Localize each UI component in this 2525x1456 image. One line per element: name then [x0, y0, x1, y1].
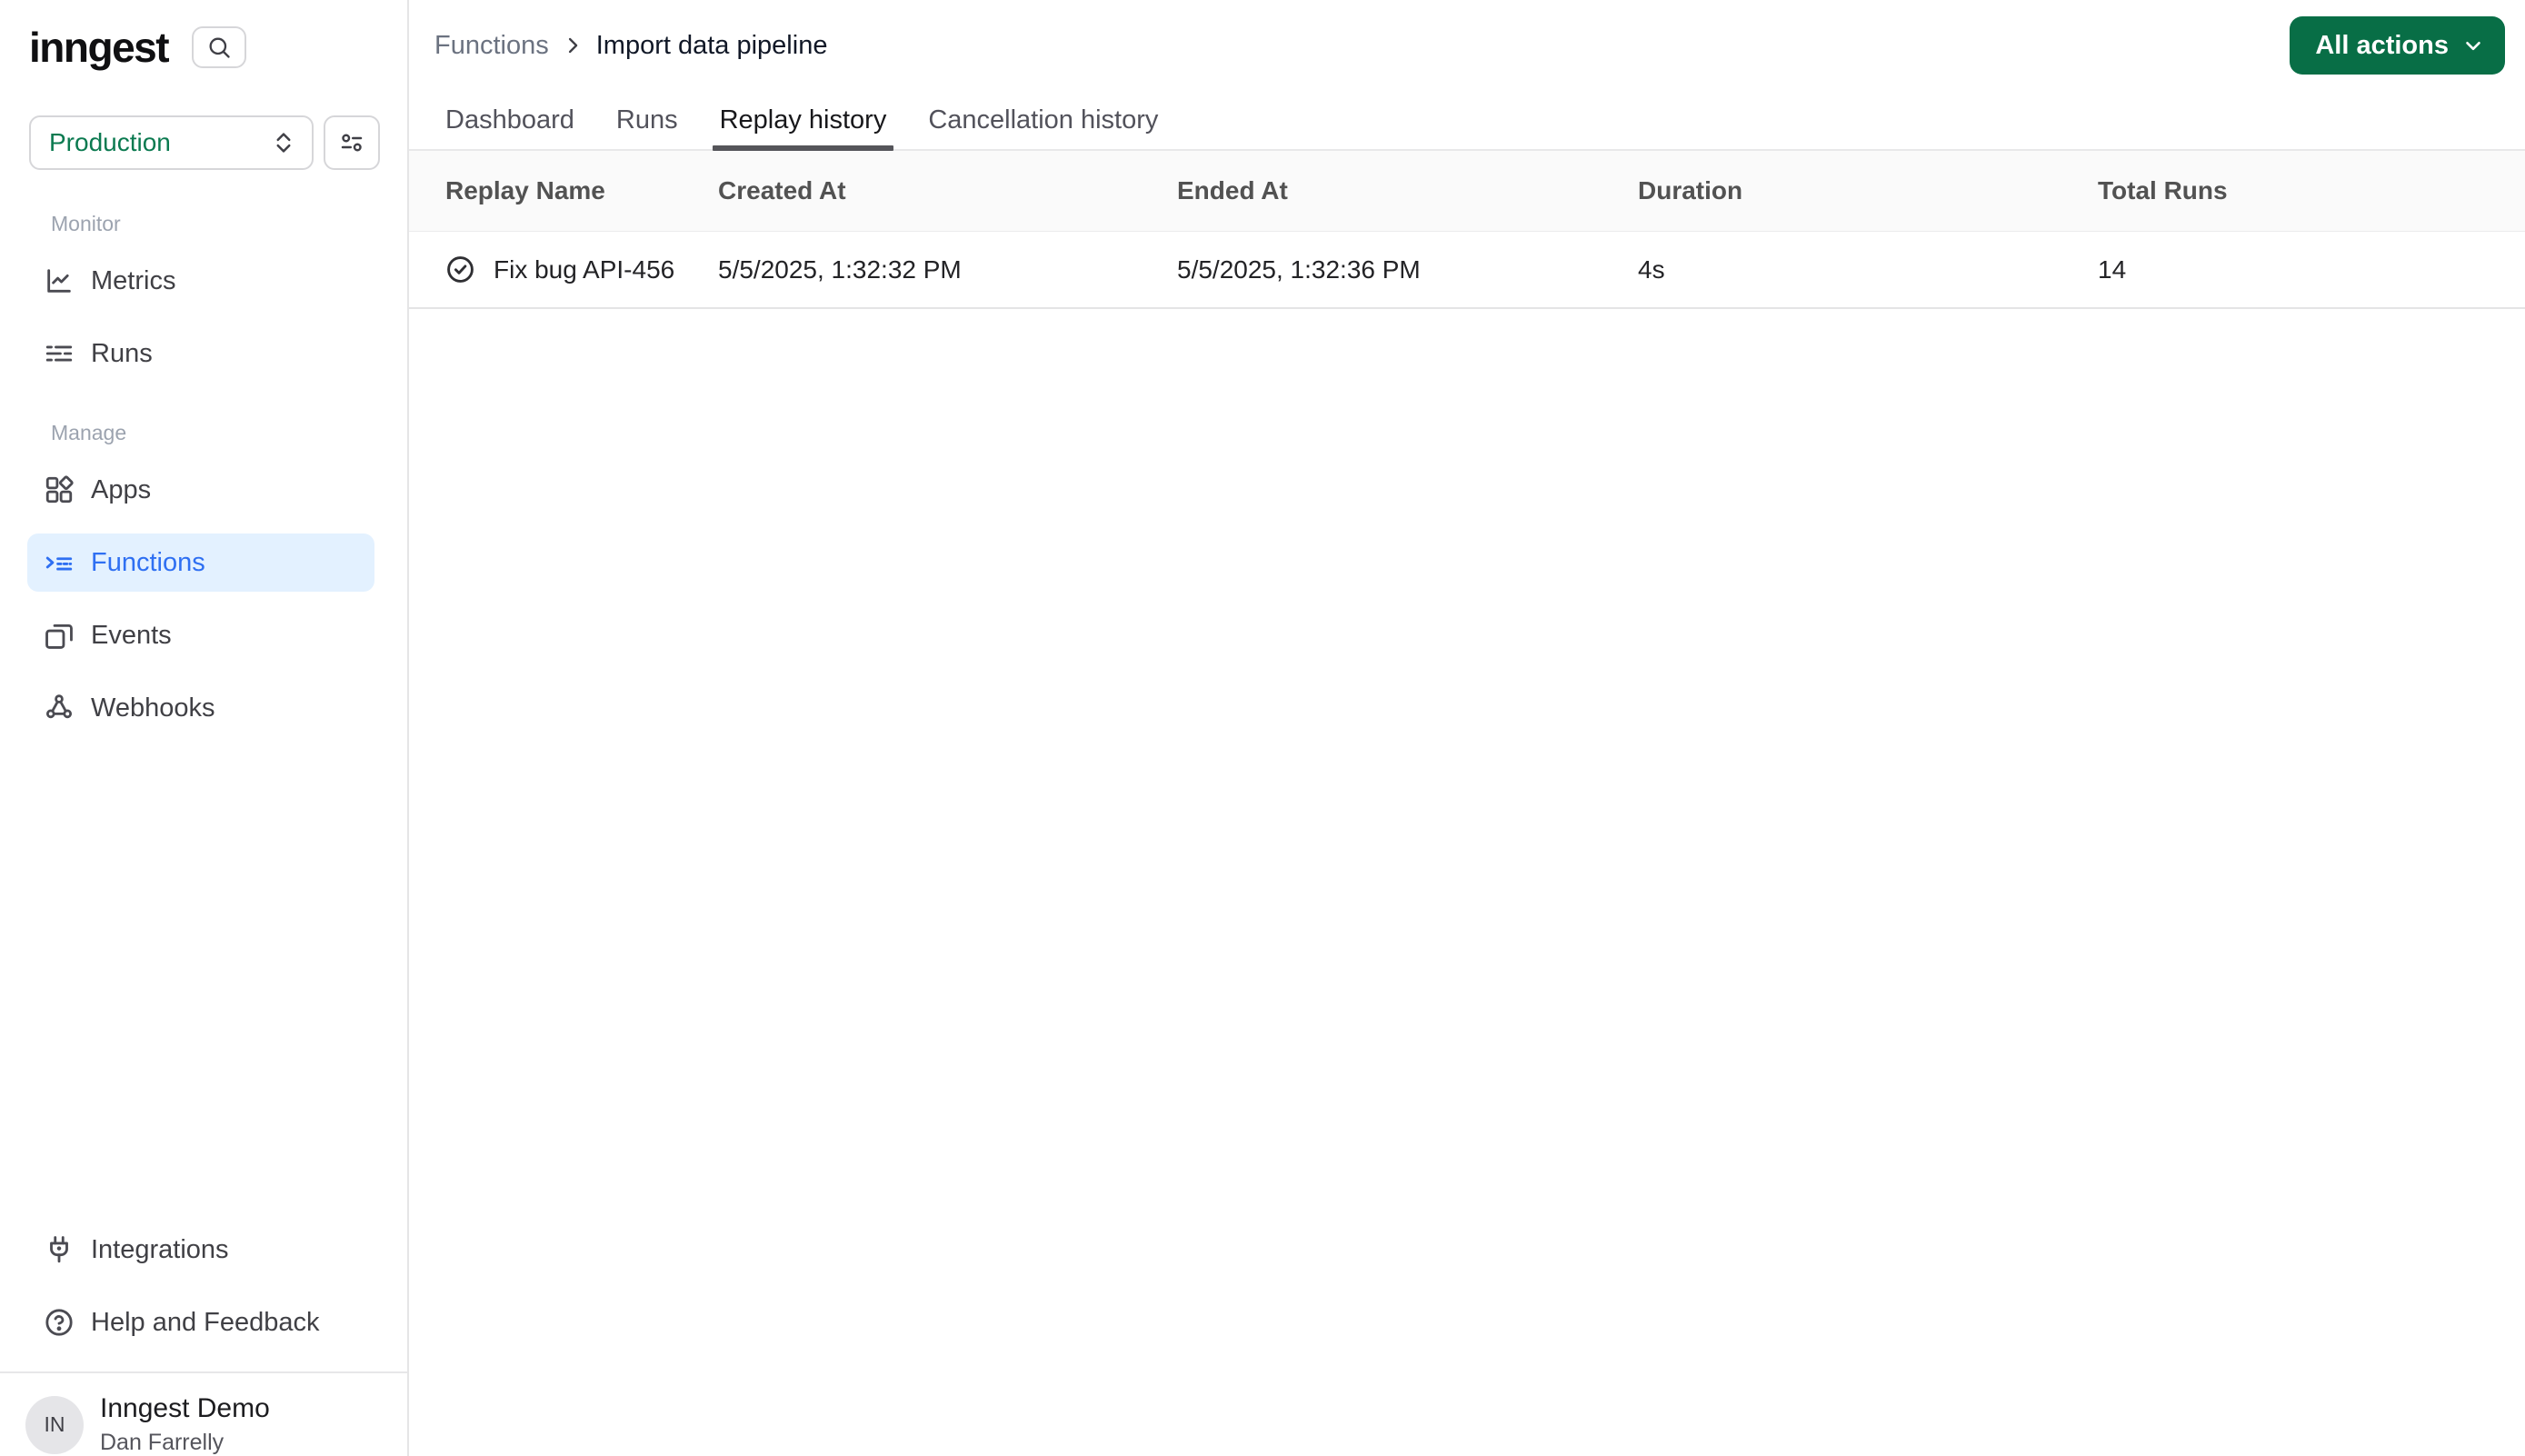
table-row[interactable]: Fix bug API-456 5/5/2025, 1:32:32 PM 5/5… — [409, 232, 2525, 309]
section-label-monitor: Monitor — [51, 212, 121, 235]
tab-bar: Dashboard Runs Replay history Cancellati… — [409, 91, 2525, 151]
table-header: Replay Name Created At Ended At Duration… — [409, 151, 2525, 232]
environment-selected-value: Production — [49, 128, 171, 156]
sidebar-item-label: Events — [91, 620, 172, 650]
tab-replay-history[interactable]: Replay history — [712, 91, 894, 151]
sliders-icon — [338, 129, 365, 156]
sidebar-item-label: Webhooks — [91, 693, 215, 723]
plug-icon — [44, 1234, 75, 1265]
list-icon — [44, 338, 75, 369]
webhooks-icon — [44, 693, 75, 723]
chevron-up-down-icon — [270, 129, 297, 156]
replay-name-cell: Fix bug API-456 — [445, 254, 718, 284]
sidebar-item-functions[interactable]: Functions — [27, 534, 374, 592]
sidebar-item-events[interactable]: Events — [27, 606, 374, 664]
tab-cancellation-history[interactable]: Cancellation history — [926, 91, 1160, 149]
page-title: Import data pipeline — [595, 30, 828, 60]
inngest-logo[interactable]: inngest — [29, 23, 170, 72]
logo-row: inngest — [29, 22, 380, 73]
search-icon — [206, 35, 232, 60]
total-runs-cell: 14 — [2098, 254, 2127, 284]
sidebar-item-label: Apps — [91, 474, 152, 504]
functions-icon — [44, 547, 75, 578]
sidebar-item-label: Runs — [91, 338, 153, 368]
sidebar-item-help[interactable]: Help and Feedback — [27, 1293, 374, 1351]
column-header-duration: Duration — [1638, 176, 1743, 204]
tab-dashboard[interactable]: Dashboard — [444, 91, 576, 149]
sidebar-item-runs[interactable]: Runs — [27, 324, 374, 383]
sidebar-footer: Integrations Help and Feedback — [0, 1206, 407, 1351]
empty-area — [409, 309, 2525, 1456]
events-icon — [44, 620, 75, 651]
duration-cell: 4s — [1638, 254, 1665, 284]
chart-line-icon — [44, 265, 75, 296]
apps-icon — [44, 474, 75, 505]
chevron-down-icon — [2461, 34, 2485, 57]
tab-runs[interactable]: Runs — [614, 91, 680, 149]
chevron-right-icon — [560, 33, 585, 58]
ended-at-cell: 5/5/2025, 1:32:36 PM — [1177, 254, 1421, 284]
sidebar-item-label: Help and Feedback — [91, 1307, 320, 1337]
column-header-total-runs: Total Runs — [2098, 176, 2228, 204]
sidebar-item-webhooks[interactable]: Webhooks — [27, 679, 374, 737]
replay-name: Fix bug API-456 — [494, 254, 675, 284]
breadcrumb-functions-link[interactable]: Functions — [434, 31, 549, 61]
environment-select[interactable]: Production — [29, 115, 314, 170]
all-actions-label: All actions — [2315, 30, 2449, 60]
main-content: Functions Import data pipeline All actio… — [409, 0, 2525, 1456]
sidebar-item-metrics[interactable]: Metrics — [27, 252, 374, 310]
all-actions-button[interactable]: All actions — [2290, 16, 2505, 75]
sidebar-item-label: Integrations — [91, 1234, 229, 1264]
user-section: IN Inngest Demo Dan Farrelly — [0, 1371, 407, 1456]
avatar: IN — [25, 1395, 84, 1454]
column-header-replay-name: Replay Name — [445, 176, 605, 204]
user-org-name: Inngest Demo — [100, 1393, 270, 1423]
user-full-name: Dan Farrelly — [100, 1430, 225, 1455]
created-at-cell: 5/5/2025, 1:32:32 PM — [718, 254, 962, 284]
user-menu[interactable]: IN Inngest Demo Dan Farrelly — [25, 1393, 382, 1456]
breadcrumb: Functions Import data pipeline — [434, 31, 2290, 61]
column-header-created-at: Created At — [718, 176, 846, 204]
search-button[interactable] — [192, 26, 247, 68]
sidebar-item-apps[interactable]: Apps — [27, 461, 374, 519]
section-label-manage: Manage — [51, 421, 127, 444]
user-text: Inngest Demo Dan Farrelly — [100, 1393, 270, 1456]
environment-row: Production — [29, 115, 380, 170]
sidebar-item-label: Functions — [91, 547, 205, 577]
sidebar-item-label: Metrics — [91, 265, 176, 295]
column-header-ended-at: Ended At — [1177, 176, 1288, 204]
page-header: Functions Import data pipeline All actio… — [409, 0, 2525, 91]
sidebar: inngest Production Monitor Metrics Runs … — [0, 0, 409, 1456]
environment-filter-button[interactable] — [324, 115, 380, 170]
sidebar-item-integrations[interactable]: Integrations — [27, 1221, 374, 1279]
check-circle-icon — [445, 254, 475, 284]
help-circle-icon — [44, 1307, 75, 1338]
